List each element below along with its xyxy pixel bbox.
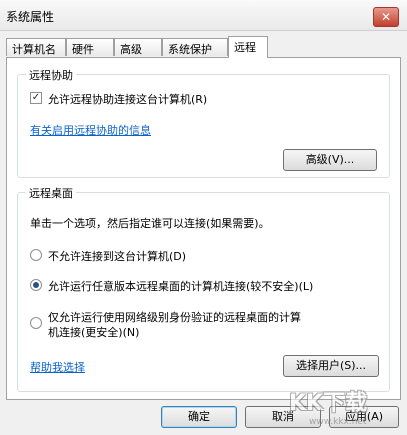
ok-button[interactable]: 确定 — [161, 406, 237, 428]
watermark-text: KK下载 — [289, 391, 368, 416]
tab-hardware[interactable]: 硬件 — [66, 38, 114, 56]
tab-advanced[interactable]: 高级 — [114, 38, 162, 56]
window-title: 系统属性 — [6, 10, 55, 24]
close-button[interactable]: ✕ — [373, 7, 399, 27]
radio-any-version-label[interactable]: 允许运行任意版本远程桌面的计算机连接(较不安全)(L) — [48, 278, 313, 294]
remote-desktop-title: 远程桌面 — [26, 185, 76, 201]
checkmark-icon: ✓ — [31, 92, 41, 103]
remote-assistance-group: 远程协助 ✓ 允许远程协助连接这台计算机(R) 有关启用远程协助的信息 高级(V… — [17, 67, 390, 178]
advanced-button[interactable]: 高级(V)... — [283, 149, 377, 171]
select-users-button[interactable]: 选择用户(S)... — [283, 355, 379, 377]
radio-selected-dot — [33, 282, 39, 288]
allow-remote-assistance-label[interactable]: 允许远程协助连接这台计算机(R) — [48, 91, 207, 107]
watermark-url: www.kkx.net — [309, 417, 367, 427]
allow-remote-assistance-checkbox[interactable]: ✓ — [30, 92, 42, 104]
radio-no-connections[interactable] — [30, 249, 42, 261]
system-properties-window: 系统属性 ✕ 计算机名 硬件 高级 系统保护 远程 远程协助 ✓ 允许远程协助连… — [0, 0, 407, 435]
radio-nla-only-label-line2[interactable]: 机连接(更安全)(N) — [48, 324, 139, 340]
radio-no-connections-label[interactable]: 不允许连接到这台计算机(D) — [48, 248, 186, 264]
tab-strip: 计算机名 硬件 高级 系统保护 远程 — [6, 36, 401, 58]
title-bar[interactable]: 系统属性 ✕ — [0, 0, 407, 31]
radio-any-version[interactable] — [30, 279, 42, 291]
tab-system-protection[interactable]: 系统保护 — [162, 38, 228, 56]
watermark-logo: KK下载 www.kkx.net — [289, 377, 405, 433]
radio-nla-only-label-line1[interactable]: 仅允许运行使用网络级别身份验证的远程桌面的计算 — [48, 309, 301, 325]
remote-assistance-info-link[interactable]: 有关启用远程协助的信息 — [30, 122, 151, 138]
tab-remote[interactable]: 远程 — [228, 36, 268, 58]
remote-tab-page: 远程协助 ✓ 允许远程协助连接这台计算机(R) 有关启用远程协助的信息 高级(V… — [6, 57, 401, 400]
tab-computer-name[interactable]: 计算机名 — [6, 38, 66, 56]
remote-desktop-group: 远程桌面 单击一个选项，然后指定谁可以连接(如果需要)。 不允许连接到这台计算机… — [17, 185, 390, 392]
remote-desktop-instruction: 单击一个选项，然后指定谁可以连接(如果需要)。 — [30, 217, 270, 230]
close-icon: ✕ — [380, 10, 392, 24]
radio-nla-only[interactable] — [30, 317, 42, 329]
remote-assistance-title: 远程协助 — [26, 67, 76, 83]
help-me-choose-link[interactable]: 帮助我选择 — [30, 359, 85, 375]
